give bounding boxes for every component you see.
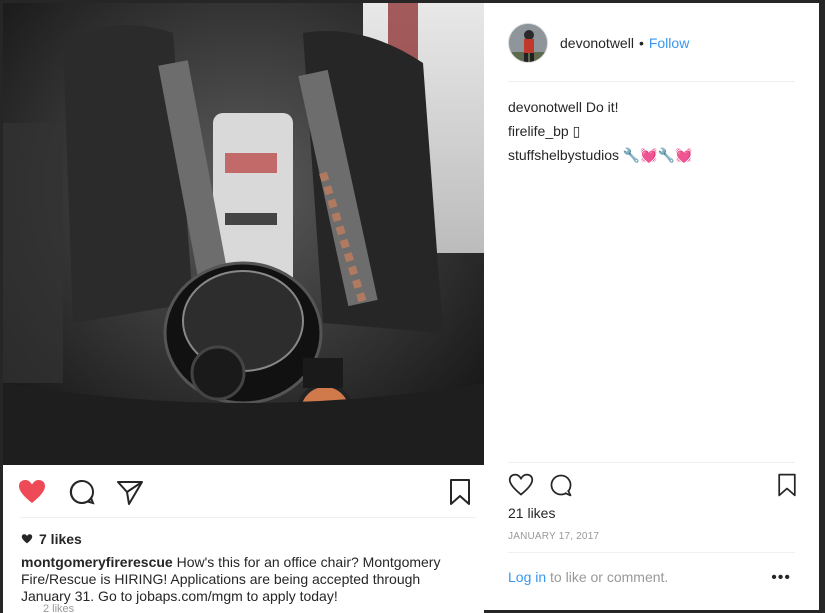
follow-button[interactable]: Follow (649, 35, 689, 51)
divider (20, 517, 476, 518)
faded-likes-text: 2 likes (43, 603, 75, 613)
post-date[interactable]: JANUARY 17, 2017 (508, 531, 599, 542)
heart-filled-icon[interactable] (17, 477, 47, 507)
login-suffix: to like or comment. (546, 569, 669, 585)
divider (508, 552, 795, 553)
comment-username[interactable]: devonotwell (508, 99, 582, 115)
underlying-post-panel: 7 likes montgomeryfirerescue How's this … (3, 465, 484, 613)
post-header: devonotwell • Follow (508, 23, 689, 63)
comments-list: devonotwell Do it! firelife_bp ▯ stuffsh… (508, 95, 798, 167)
underlying-caption: montgomeryfirerescue How's this for an o… (21, 554, 469, 605)
comment-username[interactable]: firelife_bp (508, 123, 569, 139)
comment-item: devonotwell Do it! (508, 95, 798, 119)
caption-username[interactable]: montgomeryfirerescue (21, 554, 173, 570)
comment-icon[interactable] (548, 472, 574, 498)
divider (508, 81, 795, 82)
underlying-likes-label: 7 likes (39, 531, 82, 547)
comment-text: Do it! (585, 99, 619, 115)
firefighter-scba-photo (3, 3, 484, 465)
bookmark-icon[interactable] (445, 477, 475, 507)
post-photo[interactable] (3, 3, 484, 465)
login-prompt: Log in to like or comment. (508, 569, 668, 585)
comment-text: 🔧💓🔧💓 (622, 147, 693, 163)
likes-count[interactable]: 21 likes (508, 505, 555, 521)
underlying-action-bar (17, 477, 477, 507)
separator-dot: • (638, 35, 644, 51)
post-detail-panel: devonotwell • Follow devonotwell Do it! … (484, 3, 819, 610)
author-username[interactable]: devonotwell (560, 35, 634, 51)
comment-text: ▯ (572, 123, 581, 139)
comment-item: stuffshelbystudios 🔧💓🔧💓 (508, 143, 798, 167)
bookmark-icon[interactable] (774, 472, 800, 498)
comment-icon[interactable] (67, 477, 97, 507)
comment-item: firelife_bp ▯ (508, 119, 798, 143)
small-heart-icon (21, 534, 33, 544)
login-link[interactable]: Log in (508, 569, 546, 585)
heart-outline-icon[interactable] (508, 472, 534, 498)
share-icon[interactable] (115, 477, 145, 507)
more-icon[interactable]: ••• (771, 569, 791, 587)
divider (508, 462, 795, 463)
avatar[interactable] (508, 23, 548, 63)
comment-username[interactable]: stuffshelbystudios (508, 147, 619, 163)
post-action-bar (508, 472, 798, 500)
underlying-likes[interactable]: 7 likes (21, 531, 82, 547)
